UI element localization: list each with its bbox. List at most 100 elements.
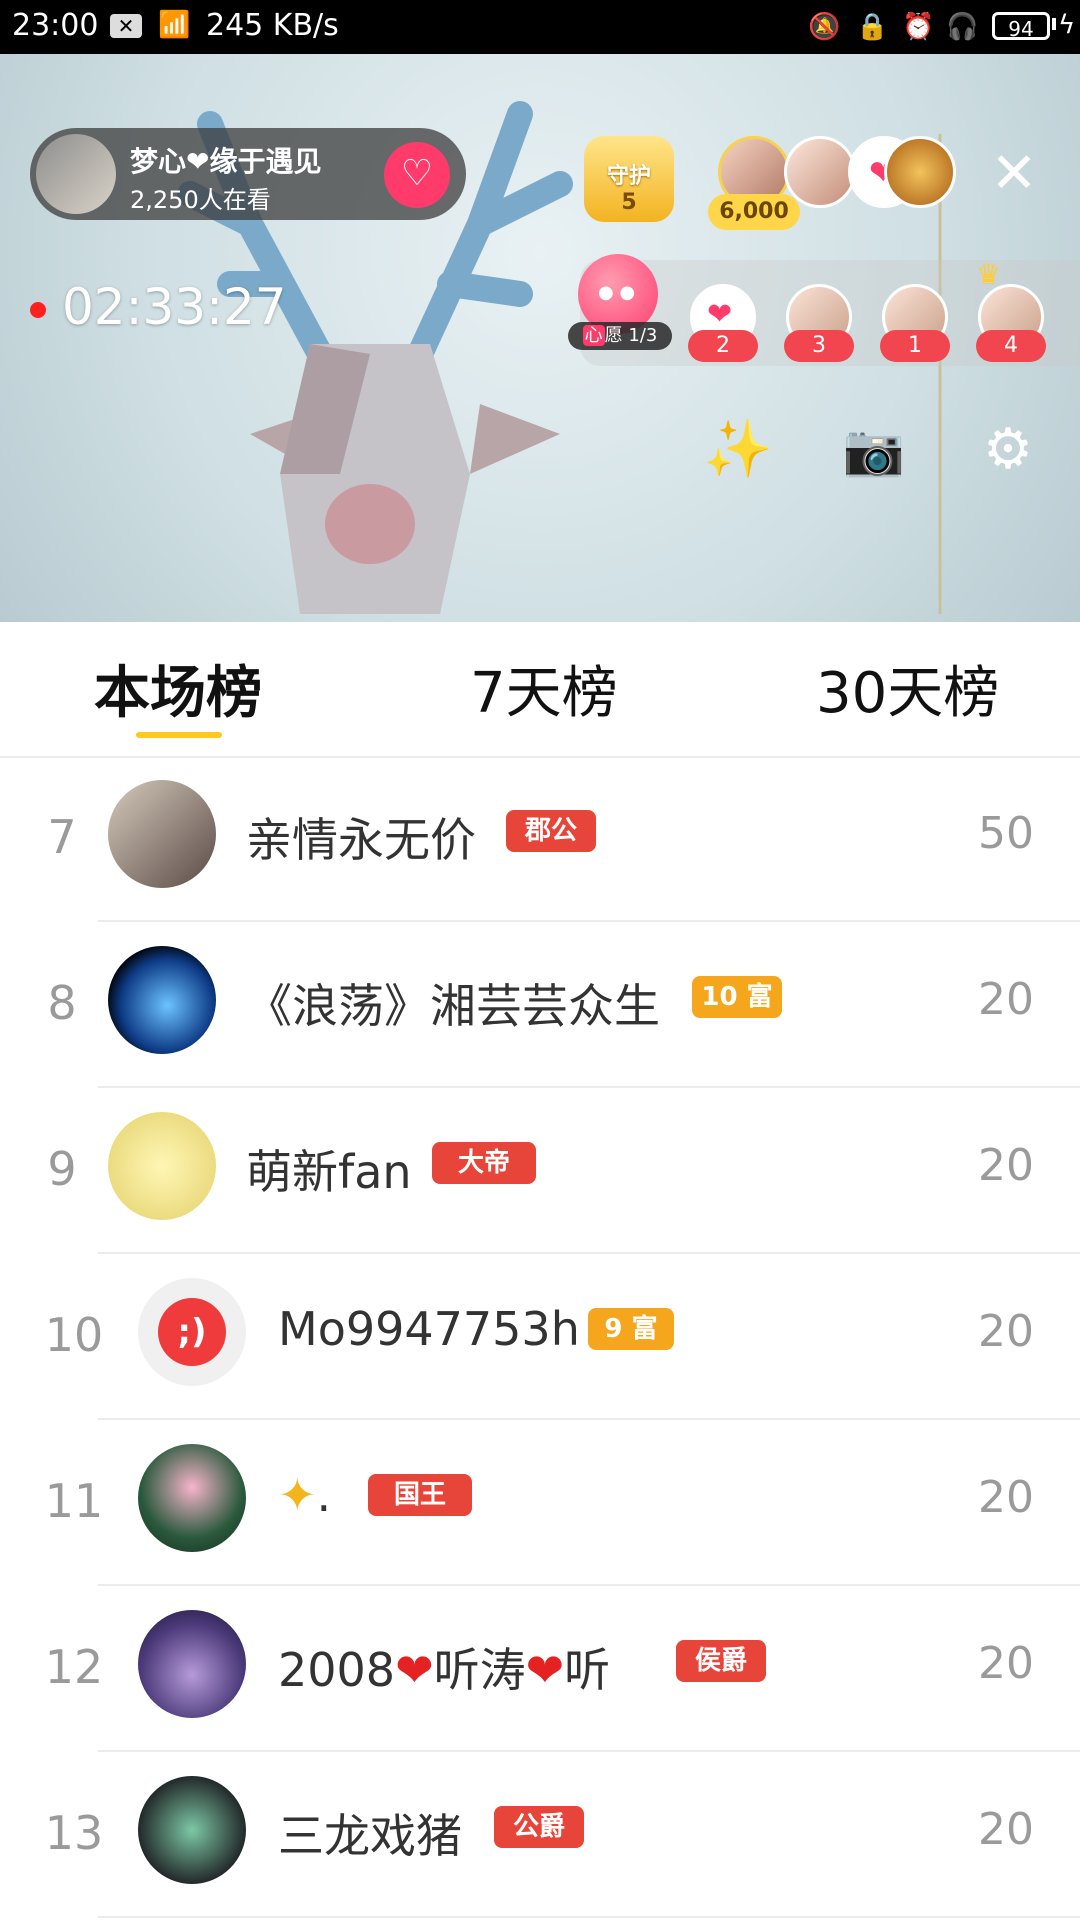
name-part: 2008 [278,1643,396,1697]
battery-icon: 94 [992,12,1050,41]
wealth-badge: 10 富 [692,976,782,1018]
list-item[interactable]: 8 《浪荡》湘芸芸众生 10 富 20 [0,924,1080,1088]
heart-icon: ❤ [525,1643,565,1697]
title-badge: 侯爵 [676,1640,766,1682]
title-badge: 郡公 [506,810,596,852]
active-tab-indicator [136,732,222,738]
lock-icon: 🔒 [856,12,889,42]
ranking-tabs: 本场榜 7天榜 30天榜 [0,622,1080,758]
wish-count: 4 [976,330,1046,362]
shooting-star-icon: ✦ [278,1468,317,1522]
top-fan-avatar[interactable] [784,136,856,208]
user-avatar[interactable] [108,780,216,888]
magic-wand-icon: ✨ [703,417,773,482]
host-name: 梦心❤缘于遇见 [130,145,322,178]
user-avatar[interactable] [138,1776,246,1884]
heart-plus-icon: ♡ [400,153,434,194]
live-video[interactable]: 梦心❤缘于遇见 2,250人在看 ♡ 守护 5 ❤ 6,000 ✕ 02:33:… [0,54,1080,622]
user-name: 萌新fan [246,1145,412,1199]
beauty-button[interactable]: ✨ [700,412,776,488]
wish-progress-label: 心愿 1/3 [568,322,672,350]
top-fan-avatar[interactable] [884,136,956,208]
camera-switch-icon: 📷 [842,421,906,479]
divider [98,1916,1080,1918]
title-badge: 大帝 [432,1142,536,1184]
headphones-icon: 🎧 [946,12,979,42]
user-name: 《浪荡》湘芸芸众生 [246,979,660,1033]
user-avatar[interactable]: ;) [138,1278,246,1386]
divider [98,1252,1080,1254]
status-bar: 23:00 ✕ 📶 245 KB/s 🔕 🔒 ⏰ 🎧 94 ϟ [0,0,1080,54]
status-time: 23:00 [12,8,99,43]
battery-level: 94 [1008,17,1034,41]
wish-count: 3 [784,330,854,362]
host-avatar[interactable] [36,134,116,214]
list-item[interactable]: 13 三龙戏猪 公爵 20 [0,1754,1080,1918]
score: 20 [978,1638,1034,1689]
score: 20 [978,1804,1034,1855]
close-icon: ✕ [990,141,1038,206]
fan-coins-badge: 6,000 [708,194,800,230]
rank-number: 8 [47,976,77,1030]
guard-badge[interactable]: 守护 5 [584,136,674,222]
user-avatar[interactable] [138,1444,246,1552]
rank-number: 13 [44,1806,104,1860]
rank-number: 7 [47,810,77,864]
user-name: 2008❤听涛❤听 [278,1634,610,1700]
user-name: Mo9947753h [278,1302,580,1356]
guard-count: 5 [621,190,637,215]
title-badge: 公爵 [494,1806,584,1848]
close-button[interactable]: ✕ [986,146,1042,202]
list-item[interactable]: 10 ;) Mo9947753h 9 富 20 [0,1256,1080,1420]
wish-count: 2 [688,330,758,362]
wealth-badge: 9 富 [588,1308,674,1350]
list-item[interactable]: 11 ✦. 国王 20 [0,1422,1080,1586]
wink-face-icon: ;) [158,1298,226,1366]
network-speed: 245 KB/s [206,8,339,43]
user-name-text: . [316,1468,332,1522]
battery-tip [1052,18,1056,30]
divider [98,1750,1080,1752]
user-name: ✦. [278,1468,331,1522]
rank-number: 9 [47,1142,77,1196]
guard-label: 守护 [606,164,651,189]
tab-7-days[interactable]: 7天榜 [470,648,618,729]
rank-number: 11 [44,1474,104,1528]
tab-30-days[interactable]: 30天榜 [816,648,999,729]
settings-button[interactable]: ⚙ [970,412,1046,488]
heart-icon: ❤ [707,297,733,332]
score: 50 [978,808,1034,859]
rank-number: 10 [44,1308,104,1362]
score: 20 [978,974,1034,1025]
divider [98,920,1080,922]
list-item[interactable]: 12 2008❤听涛❤听 侯爵 20 [0,1588,1080,1752]
list-item[interactable]: 7 亲情永无价 郡公 50 [0,758,1080,922]
settings-gear-icon: ⚙ [982,417,1034,482]
ranking-list[interactable]: 7 亲情永无价 郡公 50 8 《浪荡》湘芸芸众生 10 富 20 9 萌新fa… [0,758,1080,1920]
mute-bell-icon: 🔕 [808,12,841,42]
user-avatar[interactable] [108,1112,216,1220]
wifi-icon: 📶 [158,10,191,40]
heart-icon: ❤ [395,1643,434,1697]
wish-label-first: 心 [582,325,605,346]
user-name: 三龙戏猪 [278,1809,462,1863]
rank-number: 12 [44,1640,104,1694]
tab-this-session[interactable]: 本场榜 [94,648,262,729]
crown-icon: ♛ [976,258,1002,291]
host-info-pill[interactable]: 梦心❤缘于遇见 2,250人在看 ♡ [30,128,466,220]
list-item[interactable]: 9 萌新fan 大帝 20 [0,1090,1080,1254]
divider [98,1086,1080,1088]
user-avatar[interactable] [108,946,216,1054]
name-part: 听涛 [433,1643,526,1697]
follow-heart-button[interactable]: ♡ [384,142,450,208]
name-part: 听 [564,1643,611,1697]
user-avatar[interactable] [138,1610,246,1718]
heart-face-icon: ● ● [598,282,636,303]
notification-x-icon: ✕ [110,14,142,38]
viewer-count: 2,250人在看 [130,186,271,214]
divider [98,1584,1080,1586]
switch-camera-button[interactable]: 📷 [836,412,912,488]
score: 20 [978,1140,1034,1191]
charging-icon: ϟ [1058,10,1076,40]
score: 20 [978,1306,1034,1357]
